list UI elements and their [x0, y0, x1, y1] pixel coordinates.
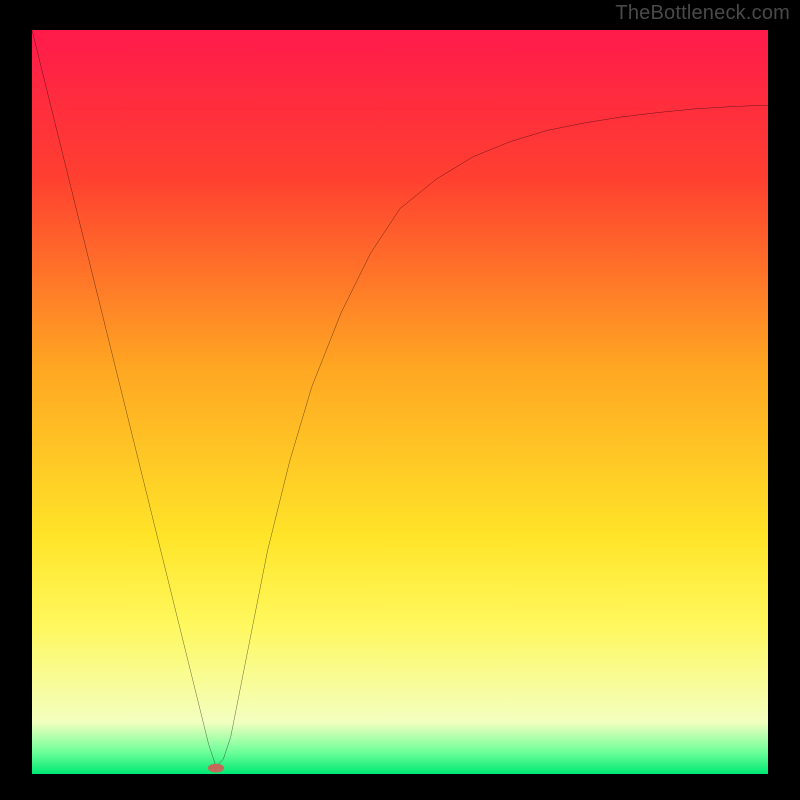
- bottleneck-marker: [208, 764, 224, 773]
- plot-background: [32, 30, 768, 774]
- chart-frame: TheBottleneck.com: [0, 0, 800, 800]
- bottleneck-chart: [32, 30, 768, 774]
- watermark-text: TheBottleneck.com: [615, 2, 790, 25]
